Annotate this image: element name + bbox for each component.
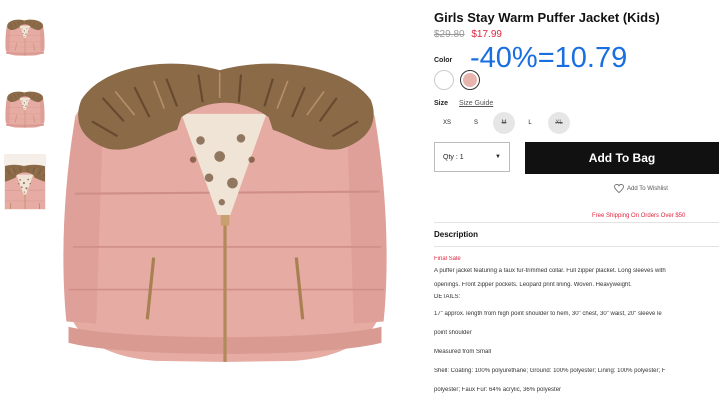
color-swatch-pink[interactable] xyxy=(460,70,480,90)
quantity-select[interactable]: Qty : 1 ▼ xyxy=(434,142,510,172)
quantity-value: Qty : 1 xyxy=(443,153,464,161)
heart-icon xyxy=(614,184,624,193)
color-swatch-white[interactable] xyxy=(434,70,454,90)
description-title: Description xyxy=(434,230,479,239)
size-option-m[interactable]: M xyxy=(493,112,515,134)
jacket-image xyxy=(61,62,389,364)
size-label-xl: XL xyxy=(555,120,563,126)
free-shipping-notice: Free Shipping On Orders Over $50 xyxy=(592,213,686,219)
size-label-m: M xyxy=(501,120,507,126)
thumbnail-back[interactable] xyxy=(4,82,46,138)
description-line: openings. Front zipper pockets. Leopard … xyxy=(434,282,632,288)
description-line: Shell: Coating: 100% polyurethane; Groun… xyxy=(434,368,666,374)
price-row: $29.80 $17.99 xyxy=(434,29,502,40)
divider xyxy=(434,222,719,223)
discount-overlay: -40%=10.79 xyxy=(470,42,628,74)
size-option-xs[interactable]: XS xyxy=(436,112,458,134)
jacket-detail-thumbnail-image xyxy=(5,164,45,209)
thumbnail-front[interactable] xyxy=(4,10,46,66)
size-label-s: S xyxy=(473,120,478,126)
product-title: Girls Stay Warm Puffer Jacket (Kids) xyxy=(434,10,660,25)
color-label: Color xyxy=(434,57,453,64)
add-to-wishlist-link[interactable]: Add To Wishlist xyxy=(614,184,668,193)
final-sale-tag: Final Sale xyxy=(434,256,461,262)
description-line: point shoulder xyxy=(434,330,472,336)
wishlist-label: Add To Wishlist xyxy=(627,185,668,192)
jacket-thumbnail-image xyxy=(5,19,45,56)
description-line: DETAILS: xyxy=(434,294,461,300)
description-line: Measured from Small xyxy=(434,349,492,355)
jacket-back-thumbnail-image xyxy=(5,91,45,128)
description-line: A puffer jacket featuring a faux fur-tri… xyxy=(434,268,666,274)
divider xyxy=(434,246,719,247)
description-line: 17" approx. length from high point shoul… xyxy=(434,311,662,317)
size-guide-link[interactable]: Size Guide xyxy=(459,100,493,107)
original-price: $29.80 xyxy=(434,29,465,40)
size-option-xl[interactable]: XL xyxy=(548,112,570,134)
size-option-s[interactable]: S xyxy=(465,112,487,134)
chevron-down-icon: ▼ xyxy=(495,154,501,160)
add-to-bag-button[interactable]: Add To Bag xyxy=(525,142,719,174)
main-product-image xyxy=(60,40,390,390)
size-label-l: L xyxy=(528,120,532,126)
size-option-l[interactable]: L xyxy=(519,112,541,134)
size-label: Size xyxy=(434,100,449,107)
thumbnail-list xyxy=(4,10,48,226)
thumbnail-detail[interactable] xyxy=(4,154,46,210)
description-line: polyester; Faux Fur: 64% acrylic, 36% po… xyxy=(434,387,562,393)
pink-swatch-fill xyxy=(463,73,477,87)
size-label-xs: XS xyxy=(442,120,451,126)
sale-price: $17.99 xyxy=(471,29,502,40)
